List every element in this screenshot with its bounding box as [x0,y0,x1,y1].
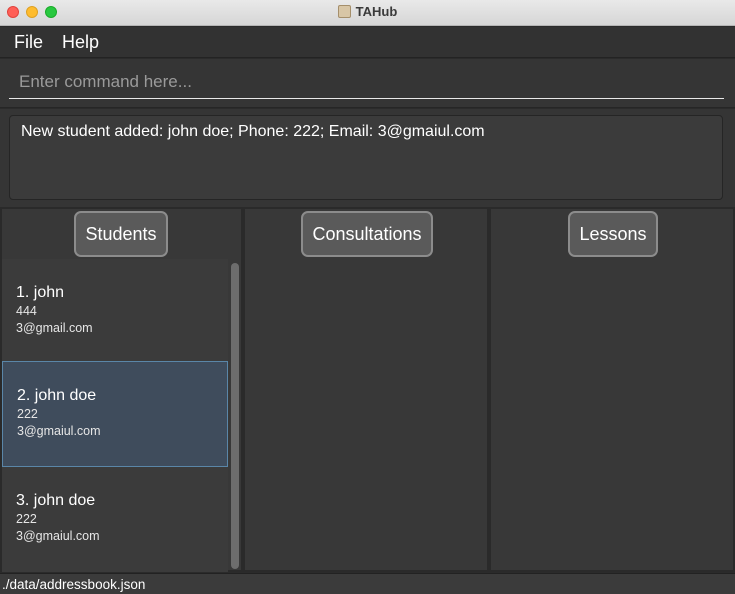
result-display: New student added: john doe; Phone: 222;… [9,115,723,200]
students-button[interactable]: Students [74,211,168,257]
window-title: TAHub [355,4,398,19]
menu-file[interactable]: File [14,32,43,53]
student-name: 2. john doe [17,387,97,404]
window-title-group: TAHub [0,4,735,19]
student-email: 3@gmaiul.com [17,424,101,438]
student-phone: 222 [16,512,37,526]
command-input[interactable] [9,66,724,99]
student-phone: 444 [16,304,37,318]
student-email: 3@gmaiul.com [16,529,100,543]
students-column: Students 1. john 444 3@gmail.com 2. john… [0,207,243,572]
window-title-bar: TAHub [0,0,735,26]
consultations-column: Consultations [243,207,489,572]
student-name: 1. john [16,284,65,301]
student-name: 3. john doe [16,492,96,509]
command-box [0,59,735,108]
student-list[interactable]: 1. john 444 3@gmail.com 2. john doe 222 … [2,259,228,572]
consultations-button[interactable]: Consultations [301,211,433,257]
lessons-column: Lessons [489,207,735,572]
student-card[interactable]: 1. john 444 3@gmail.com [2,259,228,365]
save-location: ./data/addressbook.json [2,577,146,592]
app-icon [337,5,351,18]
student-list-scrollbar[interactable] [231,263,239,569]
lessons-button[interactable]: Lessons [568,211,658,257]
student-email: 3@gmail.com [16,321,93,335]
student-phone: 222 [17,407,38,421]
menu-help[interactable]: Help [62,32,99,53]
student-card[interactable]: 3. john doe 222 3@gmaiul.com [2,467,228,572]
status-bar: ./data/addressbook.json [0,573,735,594]
result-display-panel: New student added: john doe; Phone: 222;… [0,109,735,207]
student-card-selected[interactable]: 2. john doe 222 3@gmaiul.com [2,361,228,467]
menu-bar: File Help [0,27,735,58]
